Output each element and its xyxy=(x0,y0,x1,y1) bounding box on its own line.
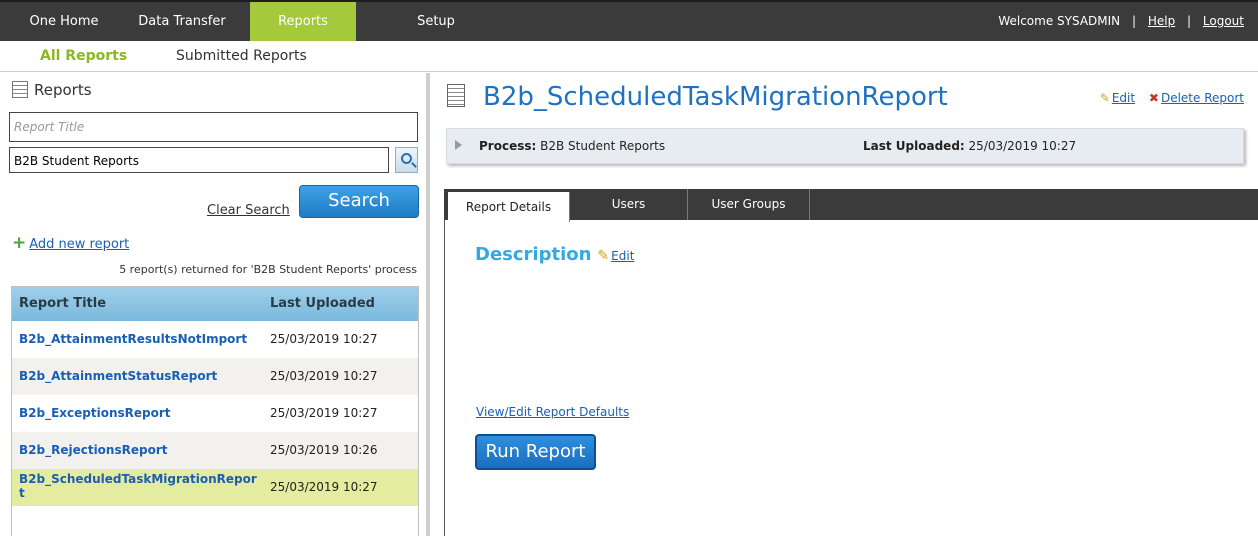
date-cell: 25/03/2019 10:27 xyxy=(270,406,378,420)
date-cell: 25/03/2019 10:27 xyxy=(270,369,378,383)
table-row[interactable]: B2b_AttainmentStatusReport 25/03/2019 10… xyxy=(12,358,418,395)
view-edit-defaults-link[interactable]: View/Edit Report Defaults xyxy=(476,405,629,419)
pencil-icon: ✎ xyxy=(1099,91,1110,105)
report-title: B2b_ScheduledTaskMigrationReport xyxy=(447,82,948,112)
column-last-uploaded[interactable]: Last Uploaded xyxy=(270,287,375,321)
report-title-cell[interactable]: B2b_RejectionsReport xyxy=(19,432,264,469)
date-cell: 25/03/2019 10:26 xyxy=(270,443,378,457)
table-header: Report Title Last Uploaded xyxy=(12,287,418,321)
nav-setup[interactable]: Setup xyxy=(408,2,464,41)
edit-description-link[interactable]: Edit xyxy=(611,249,634,263)
report-title-input[interactable]: Report Title xyxy=(9,112,418,142)
reports-heading: Reports xyxy=(12,81,92,99)
table-row[interactable]: B2b_ExceptionsReport 25/03/2019 10:27 xyxy=(12,395,418,432)
subnav-submitted-reports[interactable]: Submitted Reports xyxy=(176,41,307,72)
report-icon xyxy=(447,84,465,107)
add-new-report-link[interactable]: + Add new report xyxy=(12,233,129,253)
pane-splitter[interactable] xyxy=(426,73,430,536)
tab-report-details[interactable]: Report Details xyxy=(448,192,570,222)
top-nav: One Home Data Transfer Reports Setup Wel… xyxy=(0,0,1258,41)
separator: | xyxy=(1187,14,1192,28)
report-actions: ✎ Edit ✖ Delete Report xyxy=(1100,91,1244,105)
expand-arrow-icon[interactable] xyxy=(455,140,462,150)
date-cell: 25/03/2019 10:27 xyxy=(270,480,378,494)
last-uploaded-info: Last Uploaded: 25/03/2019 10:27 xyxy=(863,139,1077,153)
nav-one-home[interactable]: One Home xyxy=(8,2,120,41)
report-tabs: Report Details Users User Groups xyxy=(444,189,1258,222)
clear-search-link[interactable]: Clear Search xyxy=(207,203,290,218)
logout-link[interactable]: Logout xyxy=(1203,14,1244,28)
reports-table: Report Title Last Uploaded B2b_Attainmen… xyxy=(11,286,419,536)
table-row[interactable]: B2b_RejectionsReport 25/03/2019 10:26 xyxy=(12,432,418,469)
tab-user-groups[interactable]: User Groups xyxy=(688,189,810,220)
process-input[interactable]: B2B Student Reports xyxy=(9,147,389,173)
report-list-pane: Reports Report Title B2B Student Reports… xyxy=(0,73,427,536)
pencil-icon: ✎ xyxy=(597,248,610,264)
help-link[interactable]: Help xyxy=(1148,14,1175,28)
edit-report-link[interactable]: Edit xyxy=(1112,91,1135,105)
report-title-cell[interactable]: B2b_ExceptionsReport xyxy=(19,395,264,432)
result-count: 5 report(s) returned for 'B2B Student Re… xyxy=(119,263,417,276)
separator: | xyxy=(1131,14,1137,28)
tab-content xyxy=(444,219,1258,536)
sub-nav: All Reports Submitted Reports xyxy=(0,41,1258,72)
date-cell: 25/03/2019 10:27 xyxy=(270,332,378,346)
search-button[interactable]: Search xyxy=(299,185,419,218)
search-icon xyxy=(401,153,412,164)
delete-icon: ✖ xyxy=(1148,91,1159,105)
report-title-cell[interactable]: B2b_AttainmentStatusReport xyxy=(19,358,264,395)
welcome-text: Welcome SYSADMIN xyxy=(998,14,1121,28)
table-row-selected[interactable]: B2b_ScheduledTaskMigrationReport 25/03/2… xyxy=(12,469,418,506)
run-report-button[interactable]: Run Report xyxy=(475,434,596,470)
process-lookup-button[interactable] xyxy=(395,147,418,173)
subnav-all-reports[interactable]: All Reports xyxy=(40,41,127,72)
plus-icon: + xyxy=(12,233,27,253)
tab-users[interactable]: Users xyxy=(570,189,688,220)
delete-report-link[interactable]: Delete Report xyxy=(1161,91,1244,105)
process-info-bar[interactable]: Process: B2B Student Reports Last Upload… xyxy=(446,128,1244,164)
report-list-icon xyxy=(12,81,28,98)
column-report-title[interactable]: Report Title xyxy=(19,287,106,321)
report-title-cell[interactable]: B2b_AttainmentResultsNotImport xyxy=(19,321,264,358)
nav-data-transfer[interactable]: Data Transfer xyxy=(126,2,238,41)
nav-reports[interactable]: Reports xyxy=(250,2,356,41)
user-area: Welcome SYSADMIN | Help | Logout xyxy=(998,2,1244,41)
process-info: Process: B2B Student Reports xyxy=(479,139,666,153)
table-row[interactable]: B2b_AttainmentResultsNotImport 25/03/201… xyxy=(12,321,418,358)
description-heading: Description ✎ Edit xyxy=(475,244,635,265)
report-title-cell[interactable]: B2b_ScheduledTaskMigrationReport xyxy=(19,472,259,500)
